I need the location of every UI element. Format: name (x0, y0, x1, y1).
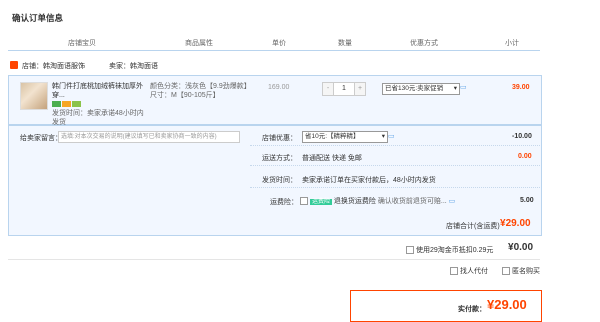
shop-info: 店铺：韩淘面语服饰 卖家：韩淘面语 (22, 61, 158, 71)
coins-label: 使用29淘金币抵扣0.29元 (415, 247, 494, 254)
item-name-link[interactable]: 韩门件打底桃加绒裤袜加厚外穿... (52, 83, 143, 99)
chat-icon[interactable]: ▭ (388, 132, 395, 140)
col-header-promo: 优惠方式 (410, 40, 438, 47)
insurance-row: 运费险 退换货运费险 确认收货前退货可赔... ▭ (300, 196, 455, 206)
shipping-label: 发货时间： (52, 110, 87, 117)
col-header-subtotal: 小计 (505, 40, 519, 47)
page-title: 确认订单信息 (12, 13, 64, 23)
shop-total-label: 店铺合计(含运费) (446, 223, 500, 230)
item-subtotal: 39.00 (512, 84, 530, 91)
qty-input[interactable]: 1 (334, 83, 354, 95)
pay-amount: 29.00 (494, 297, 527, 312)
ship-time-label: 发货时间： (262, 177, 297, 184)
col-header-quantity: 数量 (338, 40, 352, 47)
coins-total: ¥0.00 (508, 242, 533, 253)
item-attributes: 颜色分类：浅灰色【9.9劲爆款】 尺寸：M【90-105斤】 (150, 82, 251, 100)
chat-icon[interactable]: ▭ (460, 83, 467, 91)
insurance-amount: 5.00 (520, 197, 534, 204)
seller-link[interactable]: 韩淘面语 (130, 63, 158, 70)
item-price: 169.00 (268, 84, 290, 91)
proxy-pay-label: 找人代付 (459, 268, 488, 275)
item-thumbnail[interactable] (20, 82, 48, 110)
shop-total: ¥29.00 (500, 218, 531, 229)
proxy-pay-checkbox[interactable] (450, 267, 458, 276)
divider (250, 187, 540, 188)
divider (8, 259, 540, 260)
shop-total-amount: 29.00 (505, 218, 531, 229)
pay-label: 实付款： (458, 306, 486, 313)
col-header-price: 单价 (272, 40, 286, 47)
insurance-label: 运费险： (270, 199, 298, 206)
promo-select[interactable]: 已省130元:卖家促销 ▾ (382, 83, 460, 95)
shop-name-link[interactable]: 韩淘面语服饰 (43, 63, 85, 70)
delivery-value: 普通配送 快递 免邮 (302, 155, 362, 162)
attr-color: 颜色分类：浅灰色【9.9劲爆款】 (150, 83, 251, 90)
ship-time-value: 卖家承诺订单在买家付款后，48小时内发货 (302, 177, 436, 184)
anonymous-label: 匿名购买 (511, 268, 540, 275)
coins-checkbox[interactable] (406, 246, 414, 255)
proxy-pay-option: 找人代付 (450, 266, 488, 276)
chat-icon[interactable]: ▭ (449, 198, 456, 205)
pay-total: ¥29.00 (487, 297, 527, 312)
col-header-attributes: 商品属性 (185, 40, 213, 47)
chevron-down-icon: ▾ (453, 85, 457, 92)
attr-size: 尺寸：M【90-105斤】 (150, 92, 220, 99)
badge-icon (72, 101, 81, 108)
header-divider (8, 50, 540, 51)
coins-amount: 0.00 (513, 242, 534, 253)
item-info: 韩门件打底桃加绒裤袜加厚外穿... 发货时间：卖家承诺48小时内发货 (52, 82, 144, 127)
shop-promo-label: 店铺优惠： (262, 135, 297, 142)
chevron-down-icon: ▾ (381, 133, 385, 140)
shop-promo-value: 省10元:【精粹精】 (305, 133, 360, 140)
divider (250, 165, 540, 166)
shop-icon (10, 61, 18, 69)
divider (250, 145, 540, 146)
insurance-value: 退换货运费险 (333, 198, 376, 205)
message-label: 给卖家留言： (20, 135, 62, 142)
seller-label: 卖家： (108, 63, 130, 70)
insurance-tag: 运费险 (309, 199, 332, 205)
message-input[interactable]: 选填:对本次交易的说明(建议填写已和卖家协商一致的内容) (58, 131, 240, 143)
shop-promo-select[interactable]: 省10元:【精粹精】 ▾ (302, 131, 388, 143)
anonymous-checkbox[interactable] (502, 267, 510, 276)
badge-icon (52, 101, 61, 108)
qty-minus-button[interactable]: - (323, 83, 334, 95)
shop-promo-amount: -10.00 (512, 133, 532, 140)
delivery-label: 运送方式： (262, 155, 297, 162)
col-header-items: 店铺宝贝 (68, 40, 96, 47)
qty-plus-button[interactable]: + (354, 83, 365, 95)
delivery-amount: 0.00 (518, 153, 532, 160)
shop-label: 店铺： (22, 63, 43, 70)
promo-value: 已省130元:卖家促销 (385, 85, 444, 92)
insurance-checkbox[interactable] (300, 197, 308, 206)
quantity-stepper[interactable]: - 1 + (322, 82, 366, 96)
insurance-extra: 确认收货前退货可赔... (377, 198, 447, 205)
badge-icon (62, 101, 71, 108)
coins-row: 使用29淘金币抵扣0.29元 (406, 245, 493, 255)
anonymous-option: 匿名购买 (502, 266, 540, 276)
